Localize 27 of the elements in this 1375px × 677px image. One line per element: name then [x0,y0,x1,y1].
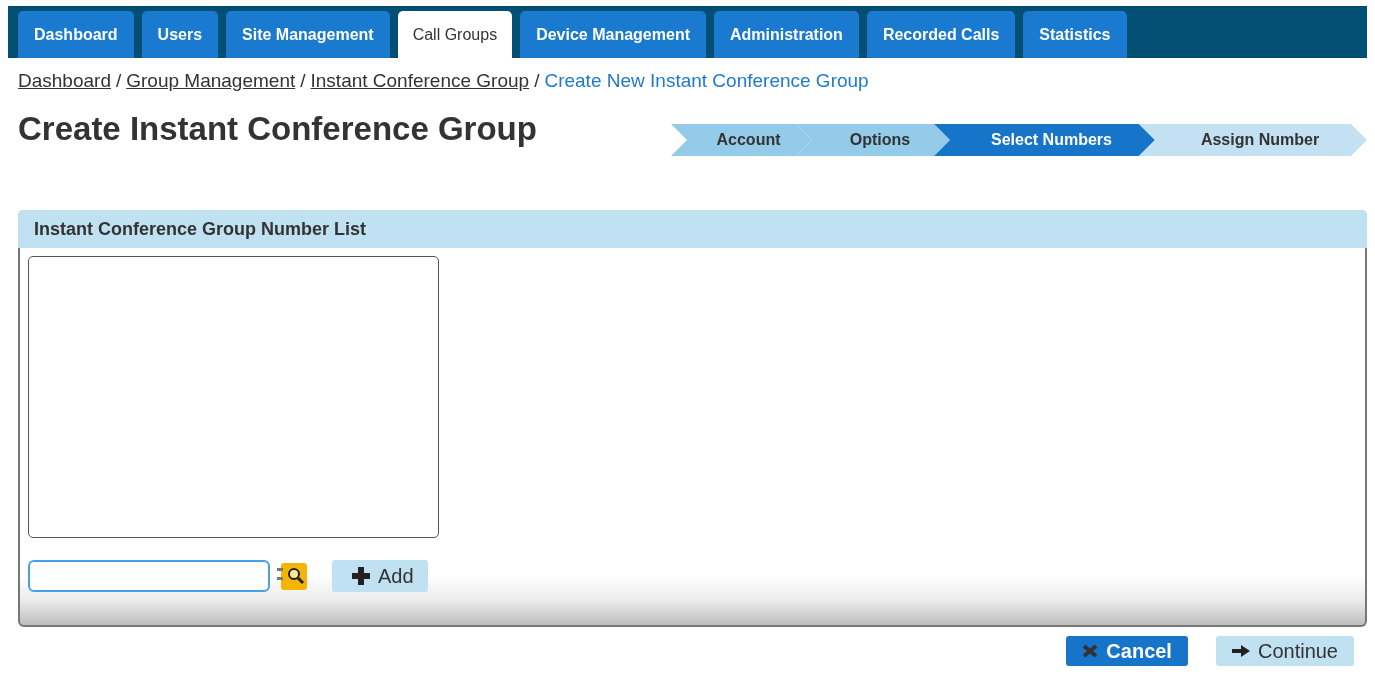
directory-search-icon[interactable] [276,560,310,592]
breadcrumb-link[interactable]: Dashboard [18,70,111,92]
breadcrumb-link[interactable]: Instant Conference Group [310,70,530,92]
breadcrumb-separator: / [534,70,540,92]
breadcrumb-separator: / [300,70,306,92]
wizard-step: Assign Number [1139,124,1367,156]
nav-tab[interactable]: Site Management [226,11,390,58]
cancel-button[interactable]: Cancel [1066,636,1188,666]
continue-button[interactable]: Continue [1215,636,1354,666]
breadcrumb-link[interactable]: Group Management [126,70,296,92]
add-button[interactable]: Add [332,560,428,592]
breadcrumb-separator: / [115,70,122,92]
wizard-step: Select Numbers [934,124,1155,156]
plus-icon [352,567,370,585]
nav-tab[interactable]: Dashboard [18,11,134,58]
nav-tab[interactable]: Users [141,11,219,58]
number-input[interactable] [28,560,270,592]
page-title: Create Instant Conference Group [18,110,537,149]
breadcrumb-current: Create New Instant Conference Group [544,70,869,92]
arrow-icon [1231,645,1250,657]
panel-header: Instant Conference Group Number List [18,210,1367,248]
nav-tab[interactable]: Statistics [1023,11,1127,58]
nav-tab[interactable]: Call Groups [397,11,513,58]
cross-icon [1082,644,1099,658]
nav-tab[interactable]: Device Management [520,11,706,58]
nav-tab[interactable]: Recorded Calls [866,11,1016,58]
nav-tab[interactable]: Administration [714,11,859,58]
